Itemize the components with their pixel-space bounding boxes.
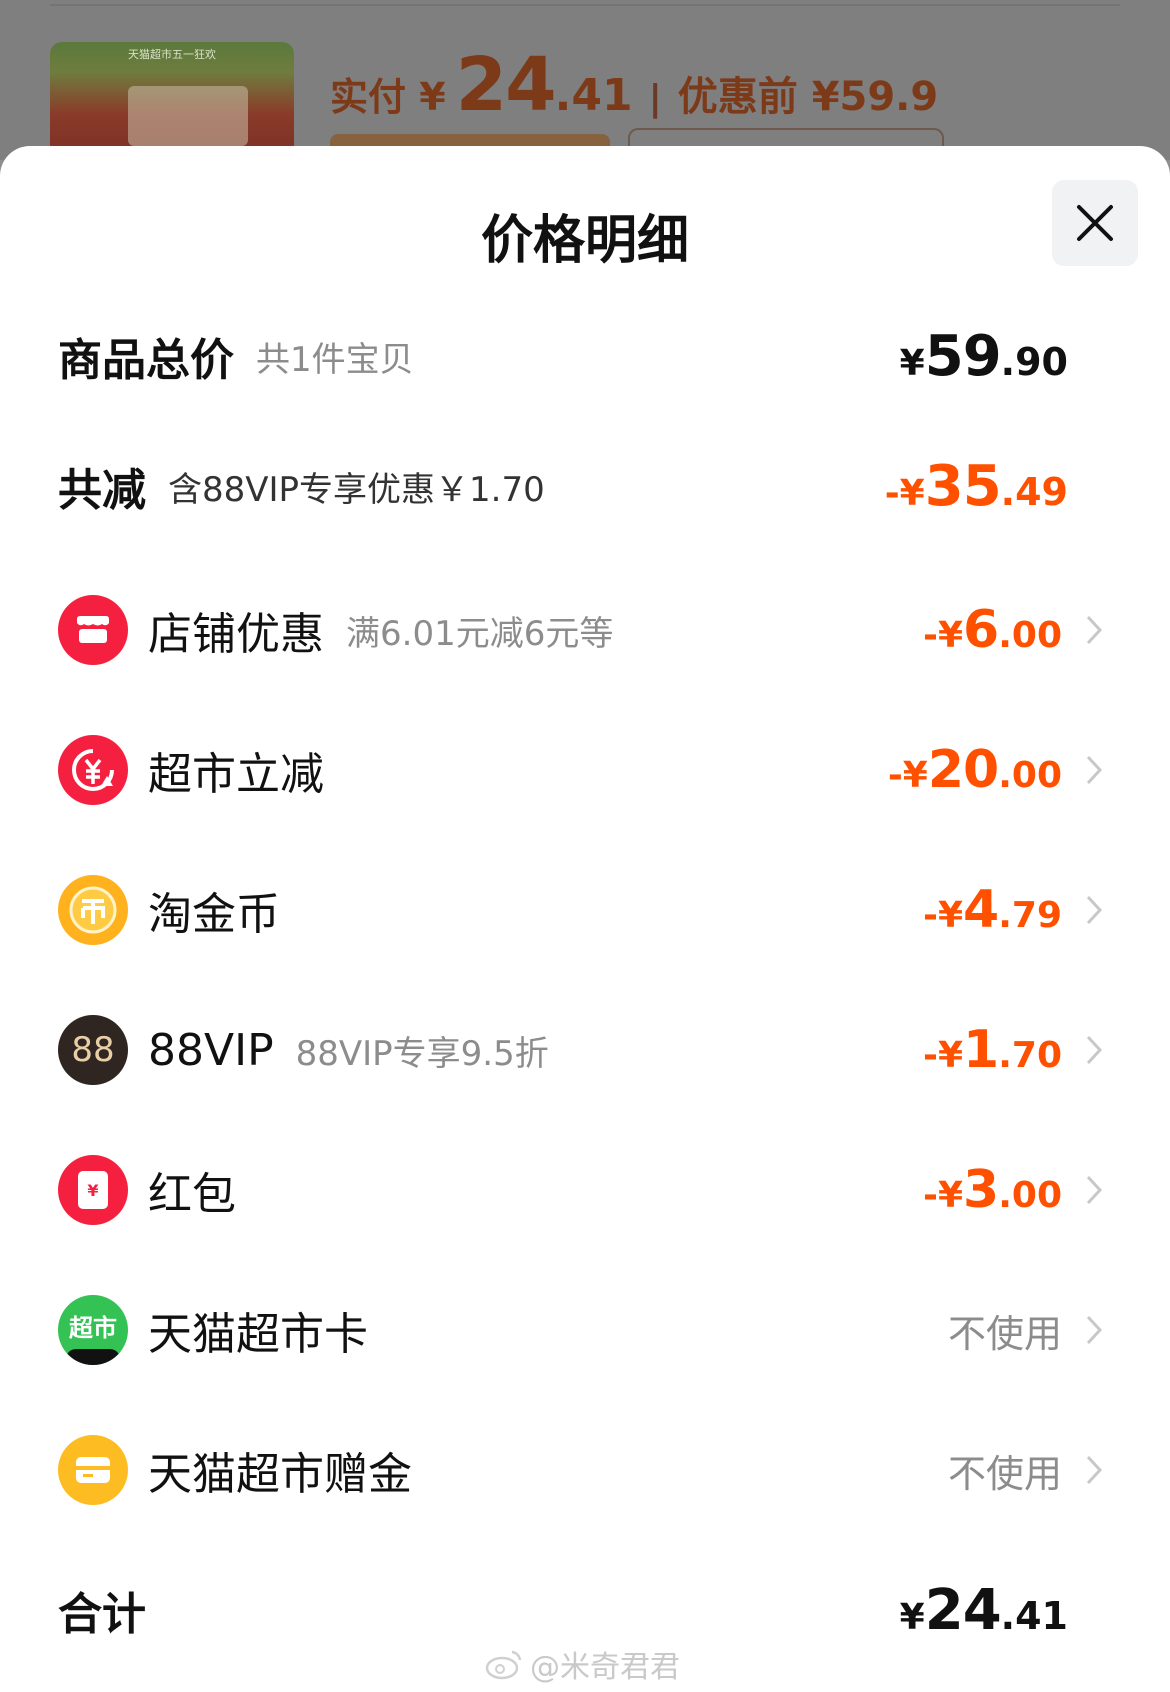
discount-amount: -¥ 20 .00 — [888, 740, 1062, 800]
grand-total-amount: ¥ 24 .41 — [900, 1578, 1068, 1643]
divider — [50, 0, 1120, 6]
weibo-icon — [485, 1650, 522, 1680]
discount-amount: -¥ 4 .79 — [923, 880, 1062, 940]
grand-total-label: 合计 — [58, 1589, 146, 1640]
watermark-text: @米奇君君 — [530, 1650, 680, 1685]
shop-icon — [58, 595, 128, 665]
item-count: 共1件宝贝 — [256, 339, 414, 380]
close-button[interactable] — [1052, 180, 1138, 266]
total-discount-row: 共减 含88VIP专享优惠￥1.70 -¥ 35 .49 — [58, 446, 1170, 526]
paid-amount-dec: .41 — [554, 70, 633, 121]
total-price-amount: ¥ 59 .90 — [900, 324, 1068, 389]
product-thumbnail: 天猫超市五一狂欢 — [50, 42, 294, 162]
amount-dec: .00 — [998, 1175, 1062, 1216]
amount-int: 20 — [927, 740, 999, 800]
vip88-glyph: 88 — [71, 1030, 115, 1070]
total-discount-label: 共减 — [58, 465, 146, 516]
discount-amount: -¥ 3 .00 — [923, 1160, 1062, 1220]
chevron-right-icon — [1078, 1168, 1110, 1212]
discount-row-coins[interactable]: 淘金币 -¥ 4 .79 — [58, 870, 1170, 950]
amount-dec: .00 — [998, 615, 1062, 656]
chevron-right-icon — [1078, 608, 1110, 652]
chevron-right-icon — [1078, 1448, 1110, 1492]
coin-icon — [58, 875, 128, 945]
vip-discount-note: 含88VIP专享优惠￥1.70 — [168, 469, 545, 510]
currency-symbol: -¥ — [923, 1175, 964, 1216]
amount-dec: .70 — [998, 1035, 1062, 1076]
paid-summary: 实付 ¥ 24 .41 | 优惠前 ¥59.9 — [330, 42, 939, 128]
payment-row-supermarket-card[interactable]: 超市 天猫超市卡 不使用 — [58, 1290, 1170, 1370]
amount-dec: .90 — [1000, 339, 1068, 384]
total-price-label: 商品总价 — [58, 335, 234, 386]
thumb-caption: 天猫超市五一狂欢 — [128, 48, 216, 61]
chevron-right-icon — [1078, 1028, 1110, 1072]
chevron-right-icon — [1078, 748, 1110, 792]
payment-label: 天猫超市赠金 — [148, 1449, 412, 1500]
payment-label: 天猫超市卡 — [148, 1309, 368, 1360]
total-price-row: 商品总价 共1件宝贝 ¥ 59 .90 — [58, 316, 1170, 396]
discount-row-shop[interactable]: 店铺优惠 满6.01元减6元等 -¥ 6 .00 — [58, 590, 1170, 670]
amount-dec: .79 — [998, 895, 1062, 936]
discount-label: 88VIP — [148, 1024, 274, 1076]
watermark: @米奇君君 — [484, 1642, 680, 1686]
discount-row-88vip[interactable]: 88 88VIP 88VIP专享9.5折 -¥ 1 .70 — [58, 1010, 1170, 1090]
gift-money-icon — [58, 1435, 128, 1505]
amount-int: 6 — [963, 600, 999, 660]
amount-int: 1 — [963, 1020, 999, 1080]
amount-int: 24 — [924, 1577, 1002, 1643]
chevron-right-icon — [1078, 1308, 1110, 1352]
paid-label: 实付 ¥ — [330, 75, 446, 119]
separator: | — [648, 78, 662, 119]
discount-amount: -¥ 1 .70 — [923, 1020, 1062, 1080]
currency-symbol: -¥ — [887, 755, 928, 796]
amount-int: 3 — [963, 1160, 999, 1220]
red-envelope-icon: ¥ — [58, 1155, 128, 1225]
amount-int: 59 — [924, 323, 1002, 389]
amount-int: 35 — [924, 453, 1002, 519]
discount-label: 淘金币 — [148, 889, 280, 940]
price-detail-sheet: 价格明细 商品总价 共1件宝贝 ¥ 59 .90 共减 含88VIP专享优惠￥1… — [0, 146, 1170, 1692]
discount-row-supermarket[interactable]: 超市立减 -¥ 20 .00 — [58, 730, 1170, 810]
discount-label: 红包 — [148, 1169, 236, 1220]
amount-dec: .41 — [1000, 1593, 1068, 1638]
thumb-product-box — [128, 86, 248, 146]
discount-sub: 满6.01元减6元等 — [346, 613, 614, 654]
currency-symbol: ¥ — [899, 1596, 925, 1638]
discount-sub: 88VIP专享9.5折 — [295, 1033, 549, 1074]
chevron-right-icon — [1078, 888, 1110, 932]
currency-symbol: -¥ — [884, 472, 925, 514]
discount-label: 店铺优惠 — [148, 609, 324, 660]
sheet-title: 价格明细 — [480, 211, 689, 271]
envelope-glyph: ¥ — [78, 1171, 108, 1209]
currency-symbol: -¥ — [923, 615, 964, 656]
amount-int: 4 — [963, 880, 999, 940]
supermarket-card-icon: 超市 — [58, 1295, 128, 1365]
payment-row-gift-money[interactable]: 天猫超市赠金 不使用 — [58, 1430, 1170, 1510]
payment-status: 不使用 — [947, 1451, 1062, 1496]
currency-symbol: -¥ — [923, 1035, 964, 1076]
payment-status: 不使用 — [947, 1311, 1062, 1356]
total-discount-amount: -¥ 35 .49 — [885, 454, 1068, 519]
paid-amount-int: 24 — [455, 42, 557, 128]
cat-face-shape — [66, 1349, 120, 1365]
discount-label: 超市立减 — [148, 749, 324, 800]
currency-symbol: ¥ — [899, 342, 925, 384]
discount-amount: -¥ 6 .00 — [923, 600, 1062, 660]
amount-dec: .49 — [1000, 469, 1068, 514]
close-icon — [1077, 205, 1113, 241]
vip88-icon: 88 — [58, 1015, 128, 1085]
card-glyph: 超市 — [69, 1313, 117, 1342]
amount-dec: .00 — [998, 755, 1062, 796]
yuan-down-icon — [58, 735, 128, 805]
currency-symbol: -¥ — [923, 895, 964, 936]
original-price: 优惠前 ¥59.9 — [677, 74, 939, 120]
backdrop-overlay[interactable]: 天猫超市五一狂欢 实付 ¥ 24 .41 | 优惠前 ¥59.9 — [0, 0, 1170, 162]
grand-total-row: 合计 ¥ 24 .41 — [58, 1570, 1170, 1650]
discount-row-red-envelope[interactable]: ¥ 红包 -¥ 3 .00 — [58, 1150, 1170, 1230]
